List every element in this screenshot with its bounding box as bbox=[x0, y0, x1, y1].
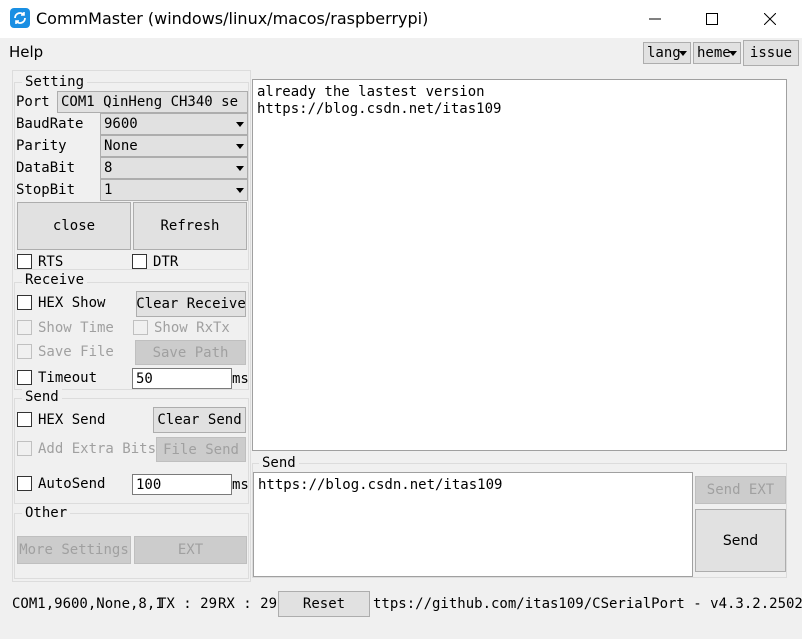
parity-select[interactable]: None bbox=[100, 135, 248, 157]
minimize-button[interactable] bbox=[632, 0, 678, 38]
dtr-checkbox[interactable] bbox=[132, 254, 147, 269]
show-rxtx-label: Show RxTx bbox=[154, 320, 230, 336]
autosend-label: AutoSend bbox=[38, 476, 106, 492]
issue-button[interactable]: issue bbox=[743, 40, 799, 66]
show-time-label: Show Time bbox=[38, 320, 114, 336]
clear-receive-button[interactable]: Clear Receive bbox=[136, 291, 246, 317]
hex-show-checkbox[interactable] bbox=[17, 295, 32, 310]
reset-button[interactable]: Reset bbox=[278, 591, 370, 617]
stopbit-select[interactable]: 1 bbox=[100, 179, 248, 201]
hex-send-label: HEX Send bbox=[38, 412, 106, 428]
theme-select-value: heme bbox=[697, 45, 731, 61]
timeout-input[interactable]: 50 bbox=[132, 368, 232, 389]
close-port-button[interactable]: close bbox=[17, 202, 131, 250]
chevron-down-icon bbox=[729, 51, 737, 56]
databit-select-value: 8 bbox=[104, 160, 113, 176]
port-select[interactable]: COM1 QinHeng CH340 se bbox=[57, 91, 248, 113]
port-select-value: COM1 QinHeng CH340 se bbox=[61, 94, 239, 110]
autosend-interval-input[interactable]: 100 bbox=[132, 474, 232, 495]
save-file-label: Save File bbox=[38, 344, 114, 360]
more-settings-button[interactable]: More Settings bbox=[17, 536, 131, 564]
theme-select[interactable]: heme bbox=[693, 42, 741, 64]
window-title: CommMaster (windows/linux/macos/raspberr… bbox=[36, 9, 429, 28]
chevron-down-icon bbox=[236, 188, 244, 193]
clear-send-button[interactable]: Clear Send bbox=[153, 407, 246, 433]
show-rxtx-checkbox[interactable] bbox=[133, 320, 148, 335]
status-tx-count: TX : 29 bbox=[158, 596, 218, 612]
add-extra-bits-checkbox[interactable] bbox=[17, 441, 32, 456]
other-group-title: Other bbox=[22, 505, 71, 521]
hex-send-checkbox[interactable] bbox=[17, 412, 32, 427]
send-textarea[interactable]: https://blog.csdn.net/itas109 bbox=[253, 472, 693, 577]
app-icon bbox=[10, 8, 30, 28]
maximize-button[interactable] bbox=[689, 0, 735, 38]
port-label: Port bbox=[16, 94, 50, 110]
ext-button[interactable]: EXT bbox=[134, 536, 247, 564]
send-button[interactable]: Send bbox=[695, 509, 786, 572]
send-area-title: Send bbox=[259, 455, 299, 471]
timeout-unit: ms bbox=[232, 371, 249, 387]
status-link[interactable]: ttps://github.com/itas109/CSerialPort - … bbox=[373, 596, 802, 612]
timeout-checkbox[interactable] bbox=[17, 370, 32, 385]
timeout-label: Timeout bbox=[38, 370, 98, 386]
lang-select[interactable]: lang bbox=[643, 42, 691, 64]
status-rx-count: RX : 29 bbox=[218, 596, 278, 612]
close-icon bbox=[764, 13, 776, 25]
refresh-button[interactable]: Refresh bbox=[133, 202, 247, 250]
chevron-down-icon bbox=[679, 51, 687, 56]
status-port-info: COM1,9600,None,8,1 bbox=[12, 596, 164, 612]
baudrate-label: BaudRate bbox=[16, 116, 84, 132]
menu-help[interactable]: Help bbox=[9, 43, 43, 61]
rts-checkbox[interactable] bbox=[17, 254, 32, 269]
send-ext-button[interactable]: Send EXT bbox=[695, 476, 786, 504]
stopbit-select-value: 1 bbox=[104, 182, 113, 198]
receive-group-title: Receive bbox=[22, 272, 88, 288]
baudrate-select[interactable]: 9600 bbox=[100, 113, 248, 135]
chevron-down-icon bbox=[236, 144, 244, 149]
baudrate-select-value: 9600 bbox=[104, 116, 138, 132]
send-settings-title: Send bbox=[22, 389, 62, 405]
parity-select-value: None bbox=[104, 138, 138, 154]
minimize-icon bbox=[649, 18, 661, 20]
chevron-down-icon bbox=[236, 166, 244, 171]
rts-label: RTS bbox=[38, 254, 64, 270]
dtr-label: DTR bbox=[153, 254, 179, 270]
save-path-button[interactable]: Save Path bbox=[135, 340, 246, 365]
databit-label: DataBit bbox=[16, 160, 76, 176]
maximize-icon bbox=[706, 13, 718, 25]
autosend-unit: ms bbox=[232, 477, 249, 493]
stopbit-label: StopBit bbox=[16, 182, 76, 198]
lang-select-value: lang bbox=[647, 45, 681, 61]
receive-textarea[interactable]: already the lastest version https://blog… bbox=[252, 79, 787, 451]
databit-select[interactable]: 8 bbox=[100, 157, 248, 179]
hex-show-label: HEX Show bbox=[38, 295, 106, 311]
file-send-button[interactable]: File Send bbox=[156, 437, 246, 462]
show-time-checkbox[interactable] bbox=[17, 320, 32, 335]
add-extra-bits-label: Add Extra Bits bbox=[38, 441, 157, 457]
setting-group-title: Setting bbox=[22, 74, 88, 90]
close-window-button[interactable] bbox=[747, 0, 793, 38]
save-file-checkbox[interactable] bbox=[17, 344, 32, 359]
parity-label: Parity bbox=[16, 138, 67, 154]
autosend-checkbox[interactable] bbox=[17, 476, 32, 491]
chevron-down-icon bbox=[236, 122, 244, 127]
